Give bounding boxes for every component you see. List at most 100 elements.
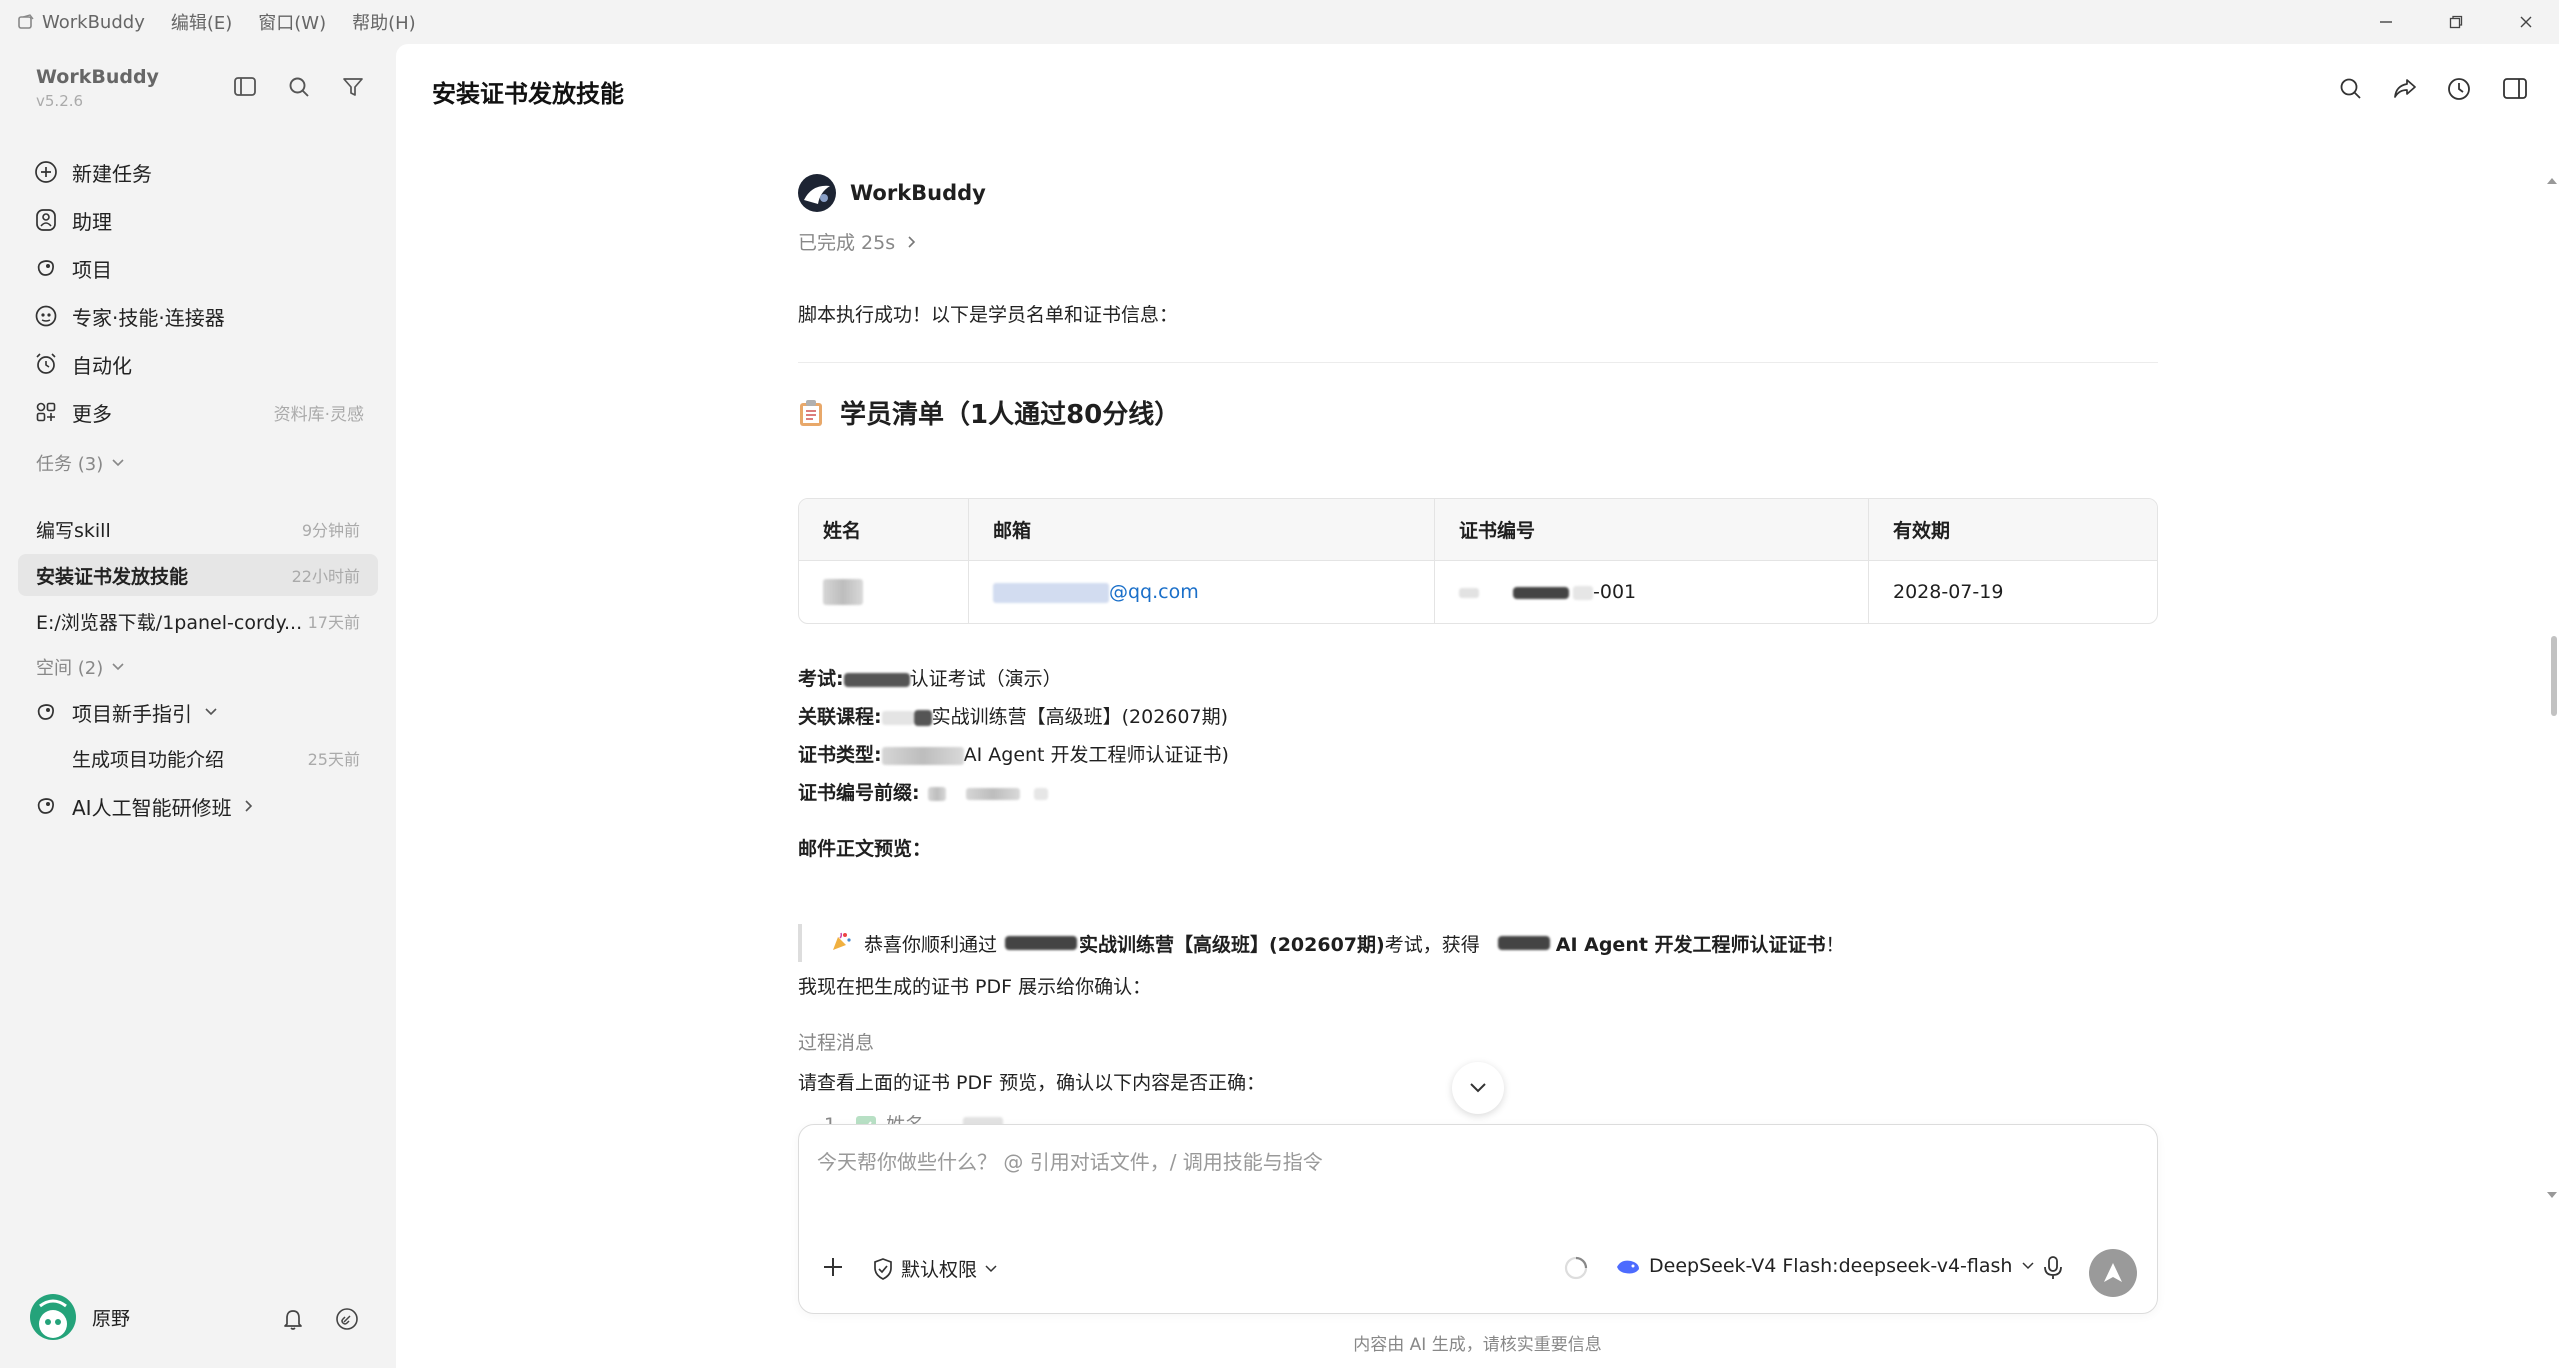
- cell-cert: -001: [1435, 561, 1869, 623]
- email-quote: 恭喜你顺利通过 实战训练营【高级班】(202607期) 考试，获得 AI Age…: [798, 924, 1845, 962]
- close-icon[interactable]: [2496, 0, 2556, 44]
- task-item[interactable]: 编写skill 9分钟前: [18, 508, 378, 550]
- menu-edit[interactable]: 编辑(E): [171, 9, 232, 35]
- scroll-up-icon[interactable]: [2546, 176, 2558, 186]
- send-button[interactable]: [2089, 1249, 2137, 1297]
- nav-assistant[interactable]: 助理: [34, 200, 364, 240]
- page-title: 安装证书发放技能: [432, 80, 624, 108]
- history-icon[interactable]: [2442, 72, 2476, 106]
- search-icon[interactable]: [284, 72, 314, 102]
- scroll-down-icon[interactable]: [2546, 1190, 2558, 1200]
- send-arrow-icon: [2104, 1263, 2122, 1282]
- chevron-down-icon: [205, 708, 217, 716]
- project-icon: [37, 798, 54, 814]
- user-name: 原野: [92, 1307, 131, 1330]
- cell-expiry: 2028-07-19: [1893, 581, 2004, 603]
- microphone-icon[interactable]: [2043, 1255, 2063, 1281]
- info-label: 关联课程: [798, 706, 875, 728]
- party-popper-icon: [830, 930, 852, 957]
- app-version: v5.2.6: [36, 92, 84, 110]
- filter-icon[interactable]: [338, 72, 368, 102]
- nav-more[interactable]: 更多 资料库·灵感: [34, 392, 364, 432]
- toggle-panel-icon[interactable]: [2498, 72, 2532, 106]
- status-completed[interactable]: 已完成 25s: [798, 228, 917, 255]
- menu-help[interactable]: 帮助(H): [352, 9, 416, 35]
- task-item-active[interactable]: 安装证书发放技能 22小时前: [18, 554, 378, 596]
- info-label: 证书编号前缀: [798, 782, 913, 804]
- redacted-block: [881, 746, 964, 765]
- link-icon[interactable]: [332, 1304, 362, 1334]
- chat-input[interactable]: [817, 1145, 2117, 1179]
- toggle-sidebar-icon[interactable]: [230, 72, 260, 102]
- space-label: 项目新手指引: [72, 701, 192, 726]
- app-logo-icon: [16, 12, 36, 32]
- bot-avatar: [798, 174, 836, 212]
- user-profile[interactable]: 原野: [30, 1294, 130, 1340]
- chevron-down-icon: [985, 1264, 997, 1272]
- redacted-block: [1573, 585, 1593, 600]
- space-item-guide[interactable]: 项目新手指引: [34, 692, 364, 732]
- composer: 默认权限 DeepSeek-V4 Flash:deepseek-v4-flash: [798, 1124, 2158, 1314]
- scroll-to-bottom-button[interactable]: [1452, 1062, 1504, 1114]
- title-bar: WorkBuddy 编辑(E) 窗口(W) 帮助(H): [0, 0, 2559, 44]
- cell-name: [799, 561, 969, 623]
- list-heading-text: 学员清单（1人通过80分线）: [840, 400, 1181, 430]
- avatar: [30, 1294, 76, 1340]
- nav-more-extra: 资料库·灵感: [273, 404, 364, 425]
- tasks-header[interactable]: 任务 (3): [36, 450, 125, 476]
- task-label: 编写skill: [36, 519, 111, 542]
- redacted-block: [965, 787, 1020, 800]
- info-value: 认证考试（演示）: [909, 668, 1062, 690]
- bell-icon[interactable]: [278, 1304, 308, 1334]
- project-icon: [37, 704, 54, 720]
- bot-header: WorkBuddy: [798, 174, 986, 212]
- chevron-down-icon: [1470, 1083, 1486, 1093]
- email-link[interactable]: @qq.com: [1109, 581, 1199, 603]
- search-icon[interactable]: [2334, 72, 2368, 106]
- confirm-text: 请查看上面的证书 PDF 预览，确认以下内容是否正确：: [798, 1072, 1266, 1094]
- share-icon[interactable]: [2388, 72, 2422, 106]
- column-header: 邮箱: [969, 499, 1435, 561]
- task-time: 22小时前: [291, 567, 360, 586]
- task-time: 9分钟前: [301, 521, 360, 540]
- redacted-block: [927, 786, 946, 801]
- apps-icon: [36, 402, 56, 422]
- model-selector[interactable]: DeepSeek-V4 Flash:deepseek-v4-flash: [1615, 1255, 2034, 1277]
- space-item-ai[interactable]: AI人工智能研修班: [34, 786, 364, 826]
- redacted-block: [843, 672, 910, 687]
- intro-text: 脚本执行成功！以下是学员名单和证书信息：: [798, 304, 1179, 326]
- plus-circle-icon: [35, 161, 57, 183]
- assistant-icon: [36, 209, 56, 231]
- space-child-item[interactable]: 生成项目功能介绍 25天前: [54, 737, 378, 779]
- redacted-block: [823, 579, 863, 605]
- process-label[interactable]: 过程消息: [798, 1028, 874, 1055]
- restore-icon[interactable]: [2426, 0, 2486, 44]
- task-item[interactable]: E:/浏览器下载/1panel-cordy... 17天前: [18, 600, 378, 642]
- spaces-header-label: 空间 (2): [36, 658, 104, 679]
- spaces-header[interactable]: 空间 (2): [36, 654, 125, 680]
- space-label: AI人工智能研修班: [72, 795, 232, 820]
- redacted-block: [881, 710, 914, 725]
- attach-button[interactable]: [821, 1255, 845, 1279]
- quote-course: 实战训练营【高级班】(202607期): [1079, 933, 1385, 956]
- permission-dropdown[interactable]: 默认权限: [871, 1255, 997, 1282]
- quote-middle: 考试，获得: [1384, 933, 1480, 956]
- redacted-block: [913, 709, 932, 726]
- space-child-time: 25天前: [307, 750, 360, 769]
- nav-expert[interactable]: 专家·技能·连接器: [34, 296, 364, 336]
- nav-new-task[interactable]: 新建任务: [34, 152, 364, 192]
- scrollbar[interactable]: [2545, 124, 2559, 1198]
- main-panel: 安装证书发放技能 WorkBuddy 已完成 25s 脚本执行成功！以下是学员名…: [396, 44, 2559, 1368]
- nav-label: 新建任务: [72, 161, 152, 186]
- task-label: 安装证书发放技能: [36, 565, 189, 588]
- scrollbar-thumb[interactable]: [2551, 636, 2557, 716]
- menu-window[interactable]: 窗口(W): [258, 9, 326, 35]
- clipboard-icon: [800, 399, 822, 426]
- tasks-header-label: 任务 (3): [36, 454, 104, 475]
- nav-project[interactable]: 项目: [34, 248, 364, 288]
- space-child-label: 生成项目功能介绍: [72, 748, 225, 771]
- nav-automation[interactable]: 自动化: [34, 344, 364, 384]
- bot-name: WorkBuddy: [850, 181, 986, 205]
- chevron-down-icon: [112, 663, 124, 671]
- minimize-icon[interactable]: [2356, 0, 2416, 44]
